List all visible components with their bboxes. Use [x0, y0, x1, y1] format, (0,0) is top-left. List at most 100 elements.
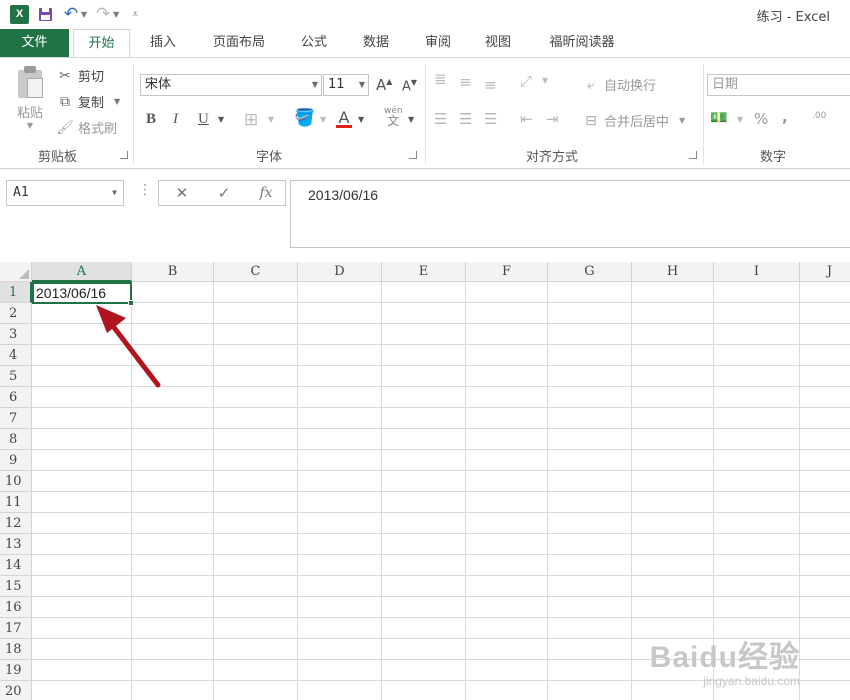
underline-button[interactable]: U	[198, 111, 209, 128]
more-options-icon[interactable]: ⋮	[138, 182, 152, 198]
font-name-select[interactable]: 宋体 ▼	[140, 74, 322, 96]
phonetic-dropdown-icon[interactable]: ▼	[408, 115, 414, 124]
redo-icon[interactable]: ↷	[93, 4, 113, 24]
align-left-icon[interactable]: ☰	[434, 110, 447, 128]
save-icon[interactable]	[35, 4, 55, 24]
font-color-dropdown-icon[interactable]: ▼	[358, 115, 364, 124]
merge-dropdown-icon[interactable]: ▼	[679, 116, 685, 125]
alignment-launcher-icon[interactable]	[689, 151, 697, 159]
chevron-down-icon: ▼	[311, 80, 318, 89]
insert-function-icon[interactable]: fx	[251, 181, 281, 205]
italic-button[interactable]: I	[173, 111, 178, 128]
tab-foxit-reader[interactable]: 福昕阅读器	[536, 29, 628, 57]
merge-center-button[interactable]: ⊟ 合并后居中 ▼	[582, 111, 685, 131]
clipboard-group-label: 剪贴板	[38, 150, 78, 165]
grow-font-button[interactable]: A▲	[376, 76, 392, 94]
font-size-select[interactable]: 11 ▼	[323, 74, 369, 96]
tab-insert[interactable]: 插入	[137, 29, 189, 57]
enter-icon[interactable]: ✓	[209, 181, 239, 205]
watermark-logo: Baidu经验	[649, 641, 800, 674]
font-launcher-icon[interactable]	[409, 151, 417, 159]
format-painter-icon: 🖌	[56, 119, 74, 136]
align-bottom-icon[interactable]: ≡	[484, 76, 497, 94]
formula-input[interactable]: 2013/06/16	[290, 180, 850, 248]
grow-font-icon: A	[376, 76, 387, 94]
tab-home[interactable]: 开始	[73, 29, 130, 58]
borders-icon[interactable]: ⊞	[244, 110, 258, 130]
name-box-value: A1	[13, 185, 29, 200]
accounting-dropdown-icon[interactable]: ▼	[737, 115, 743, 124]
group-divider	[703, 64, 704, 164]
formula-buttons: ✕ ✓ fx	[158, 180, 286, 206]
decrease-indent-icon[interactable]: ⇤	[520, 110, 533, 128]
align-right-icon[interactable]: ☰	[484, 110, 497, 128]
align-center-icon[interactable]: ☰	[459, 110, 472, 128]
clipboard-launcher-icon[interactable]	[120, 151, 128, 159]
tab-view[interactable]: 视图	[472, 29, 524, 57]
paste-button[interactable]: 粘贴 ▼	[10, 66, 50, 130]
undo-dropdown-icon[interactable]: ▼	[81, 10, 87, 19]
borders-dropdown-icon[interactable]: ▼	[268, 115, 274, 124]
tab-formulas[interactable]: 公式	[288, 29, 340, 57]
wrap-text-label: 自动换行	[604, 79, 657, 94]
font-color-button[interactable]: A	[336, 108, 352, 128]
accounting-format-icon[interactable]: 💵	[710, 110, 727, 126]
fill-color-dropdown-icon[interactable]: ▼	[320, 115, 326, 124]
font-group-label: 字体	[256, 150, 283, 165]
tab-review[interactable]: 审阅	[412, 29, 464, 57]
tab-file[interactable]: 文件	[0, 29, 69, 57]
copy-icon: ⧉	[60, 93, 70, 110]
group-divider	[425, 64, 426, 164]
increase-decimal-button[interactable]: .00	[812, 111, 826, 121]
font-name-value: 宋体	[145, 77, 172, 92]
copy-dropdown-icon[interactable]: ▼	[114, 97, 120, 106]
title-bar: X ↶ ▼ ↷ ▼ ⩡ 练习 - Excel	[0, 0, 850, 29]
redo-dropdown-icon[interactable]: ▼	[113, 10, 119, 19]
tab-page-layout[interactable]: 页面布局	[200, 29, 278, 57]
orientation-icon[interactable]: ⤢	[520, 72, 532, 90]
font-color-icon: A	[338, 108, 350, 127]
chevron-down-icon[interactable]: ▼	[112, 181, 117, 205]
cut-label: 剪切	[78, 70, 105, 85]
number-group-label: 数字	[760, 150, 787, 165]
align-middle-icon[interactable]: ≡	[459, 73, 472, 91]
chevron-down-icon: ▼	[358, 80, 365, 89]
undo-icon[interactable]: ↶	[61, 4, 81, 24]
worksheet-grid[interactable]: ABCDEFGHIJ 1 2 3 4 5 6 7 8 9 10 11 12 13 14 15 16 17 18 19…	[0, 262, 850, 700]
wrap-text-icon: ⤶	[587, 76, 595, 93]
shrink-font-button[interactable]: A▼	[402, 78, 417, 94]
wrap-text-button[interactable]: ⤶ 自动换行	[582, 75, 657, 95]
format-painter-button[interactable]: 🖌 格式刷	[56, 118, 118, 138]
phonetic-button[interactable]: wén 文	[384, 106, 403, 127]
copy-label: 复制	[78, 96, 105, 111]
cancel-icon[interactable]: ✕	[167, 181, 197, 205]
excel-logo-icon: X	[10, 4, 29, 24]
customize-qat-icon[interactable]: ⩡	[125, 4, 145, 24]
watermark: Baidu经验 jingyan.baidu.com	[650, 632, 800, 688]
align-top-icon[interactable]: ≣	[434, 70, 447, 88]
number-format-value: 日期	[712, 77, 739, 92]
paste-label: 粘贴	[16, 106, 43, 121]
comma-button[interactable]: ,	[782, 108, 788, 126]
quick-access-toolbar: X ↶ ▼ ↷ ▼ ⩡	[10, 4, 145, 24]
increase-indent-icon[interactable]: ⇥	[546, 110, 559, 128]
format-painter-label: 格式刷	[78, 122, 118, 137]
arrow-head	[96, 305, 126, 333]
name-box[interactable]: A1 ▼	[6, 180, 124, 206]
fill-color-icon[interactable]: 🪣	[294, 108, 315, 128]
paste-dropdown-icon[interactable]: ▼	[10, 121, 50, 130]
ribbon-home: 粘贴 ▼ ✂ 剪切 ⧉ 复制 ▼ 🖌 格式刷 剪贴板 宋体 ▼ 11 ▼ A▲ …	[0, 57, 850, 169]
bold-button[interactable]: B	[146, 111, 156, 128]
tab-data[interactable]: 数据	[350, 29, 402, 57]
merge-center-icon: ⊟	[585, 112, 597, 129]
percent-button[interactable]: %	[754, 110, 768, 128]
number-format-select[interactable]: 日期	[707, 74, 850, 96]
merge-center-label: 合并后居中	[604, 115, 670, 130]
copy-button[interactable]: ⧉ 复制 ▼	[56, 92, 120, 112]
orientation-dropdown-icon[interactable]: ▼	[542, 76, 548, 85]
ribbon-tabs: 文件 开始 插入 页面布局 公式 数据 审阅 视图 福昕阅读器	[0, 29, 850, 58]
cut-button[interactable]: ✂ 剪切	[56, 66, 105, 86]
paste-icon	[15, 66, 45, 98]
underline-dropdown-icon[interactable]: ▼	[218, 115, 224, 124]
window-title: 练习 - Excel	[756, 10, 830, 25]
